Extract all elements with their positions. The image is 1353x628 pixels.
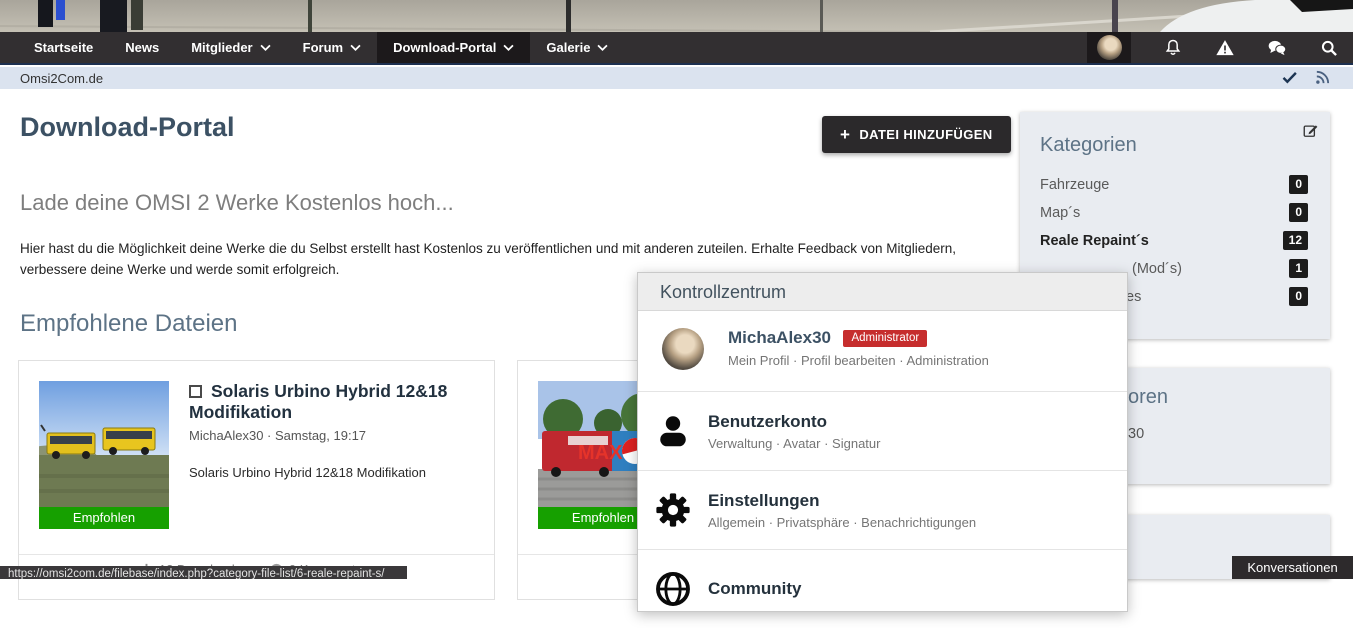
breadcrumb-bar: Omsi2Com.de xyxy=(0,67,1353,89)
user-menu-button[interactable] xyxy=(1087,32,1131,63)
category-count-badge: 12 xyxy=(1283,231,1308,250)
category-label: Map´s xyxy=(1040,205,1080,221)
chevron-down-icon xyxy=(503,44,514,52)
user-summary-row: MichaAlex30 Administrator Mein Profil · … xyxy=(638,311,1127,391)
chat-icon[interactable] xyxy=(1267,38,1287,58)
categories-title: Kategorien xyxy=(1020,112,1330,171)
category-item-maps[interactable]: Map´s 0 xyxy=(1020,199,1330,227)
category-label: Fahrzeuge xyxy=(1040,177,1109,193)
nav-item-download-portal[interactable]: Download-Portal xyxy=(377,32,530,63)
breadcrumb-icons xyxy=(1281,69,1331,86)
navbar-icons xyxy=(1087,32,1339,63)
nav-label: Mitglieder xyxy=(191,32,252,63)
main-navbar: Startseite News Mitglieder Forum Downloa… xyxy=(0,32,1353,65)
menu-item-einstellungen[interactable]: Einstellungen Allgemein · Privatsphäre ·… xyxy=(638,470,1127,549)
authors-panel-title: oren xyxy=(1128,386,1168,409)
category-count-badge: 0 xyxy=(1289,175,1308,194)
menu-item-title: Einstellungen xyxy=(708,491,976,511)
edit-icon[interactable] xyxy=(1302,122,1320,140)
category-count-badge: 0 xyxy=(1289,287,1308,306)
category-item-fahrzeuge[interactable]: Fahrzeuge 0 xyxy=(1020,171,1330,199)
user-links[interactable]: Mein Profil · Profil bearbeiten · Admini… xyxy=(728,353,1105,368)
add-file-label: DATEI HINZUFÜGEN xyxy=(859,127,992,142)
administrator-badge[interactable]: Administrator xyxy=(843,330,927,347)
menu-item-links[interactable]: Allgemein · Privatsphäre · Benachrichtig… xyxy=(708,515,976,530)
link-status-tooltip: https://omsi2com.de/filebase/index.php?c… xyxy=(0,566,407,579)
control-center-dropdown: Kontrollzentrum MichaAlex30 Administrato… xyxy=(637,272,1128,612)
gear-icon xyxy=(654,491,692,529)
warning-icon[interactable] xyxy=(1215,38,1235,58)
nav-item-news[interactable]: News xyxy=(109,32,175,63)
user-icon xyxy=(655,413,691,449)
menu-item-title: Community xyxy=(708,579,802,599)
nav-label: Download-Portal xyxy=(393,32,496,63)
globe-icon xyxy=(654,570,692,608)
file-thumbnail[interactable]: Empfohlen xyxy=(39,381,169,529)
menu-item-links[interactable]: Verwaltung · Avatar · Signatur xyxy=(708,436,880,451)
search-icon[interactable] xyxy=(1319,38,1339,58)
chevron-down-icon xyxy=(260,44,271,52)
category-count-badge: 0 xyxy=(1289,203,1308,222)
menu-item-community[interactable]: Community xyxy=(638,549,1127,628)
breadcrumb[interactable]: Omsi2Com.de xyxy=(20,71,103,86)
bell-icon[interactable] xyxy=(1163,38,1183,58)
nav-item-forum[interactable]: Forum xyxy=(287,32,377,63)
category-label: Reale Repaint´s xyxy=(1040,233,1149,249)
menu-item-title: Benutzerkonto xyxy=(708,412,880,432)
nav-item-mitglieder[interactable]: Mitglieder xyxy=(175,32,286,63)
page-title: Download-Portal xyxy=(20,112,235,143)
svg-text:MAX: MAX xyxy=(578,442,623,464)
game-scene-graphic xyxy=(0,0,1353,32)
select-checkbox[interactable] xyxy=(189,385,202,398)
nav-item-startseite[interactable]: Startseite xyxy=(18,32,109,63)
conversations-button[interactable]: Konversationen xyxy=(1232,556,1353,579)
page: Startseite News Mitglieder Forum Downloa… xyxy=(0,0,1353,579)
category-count-badge: 1 xyxy=(1289,259,1308,278)
menu-item-benutzerkonto[interactable]: Benutzerkonto Verwaltung · Avatar · Sign… xyxy=(638,391,1127,470)
chevron-down-icon xyxy=(597,44,608,52)
header-background-image xyxy=(0,0,1353,32)
author-name[interactable]: 30 xyxy=(1128,426,1144,442)
username-link[interactable]: MichaAlex30 xyxy=(728,328,831,348)
avatar xyxy=(1097,35,1122,60)
nav-label: Startseite xyxy=(34,32,93,63)
nav-label: Galerie xyxy=(546,32,590,63)
nav-label: Forum xyxy=(303,32,343,63)
control-center-title: Kontrollzentrum xyxy=(638,273,1127,311)
nav-label: News xyxy=(125,32,159,63)
plus-icon: + xyxy=(840,126,850,143)
avatar[interactable] xyxy=(662,328,704,370)
rss-icon[interactable] xyxy=(1314,69,1331,86)
nav-item-galerie[interactable]: Galerie xyxy=(530,32,624,63)
category-item-reale-repaints[interactable]: Reale Repaint´s 12 xyxy=(1020,227,1330,255)
featured-badge: Empfohlen xyxy=(39,507,169,529)
file-card: Empfohlen Solaris Urbino Hybrid 12&18 Mo… xyxy=(18,360,495,600)
section-heading: Empfohlene Dateien xyxy=(20,310,237,338)
page-subtitle: Lade deine OMSI 2 Werke Kostenlos hoch..… xyxy=(20,190,454,216)
chevron-down-icon xyxy=(350,44,361,52)
category-label: (Mod´s) xyxy=(1132,261,1182,277)
add-file-button[interactable]: + DATEI HINZUFÜGEN xyxy=(822,116,1011,153)
file-title-text: Solaris Urbino Hybrid 12&18 Modifikation xyxy=(189,381,447,422)
bus-thumbnail-graphic xyxy=(39,381,169,511)
check-icon[interactable] xyxy=(1281,69,1298,86)
category-label: es xyxy=(1126,289,1141,305)
